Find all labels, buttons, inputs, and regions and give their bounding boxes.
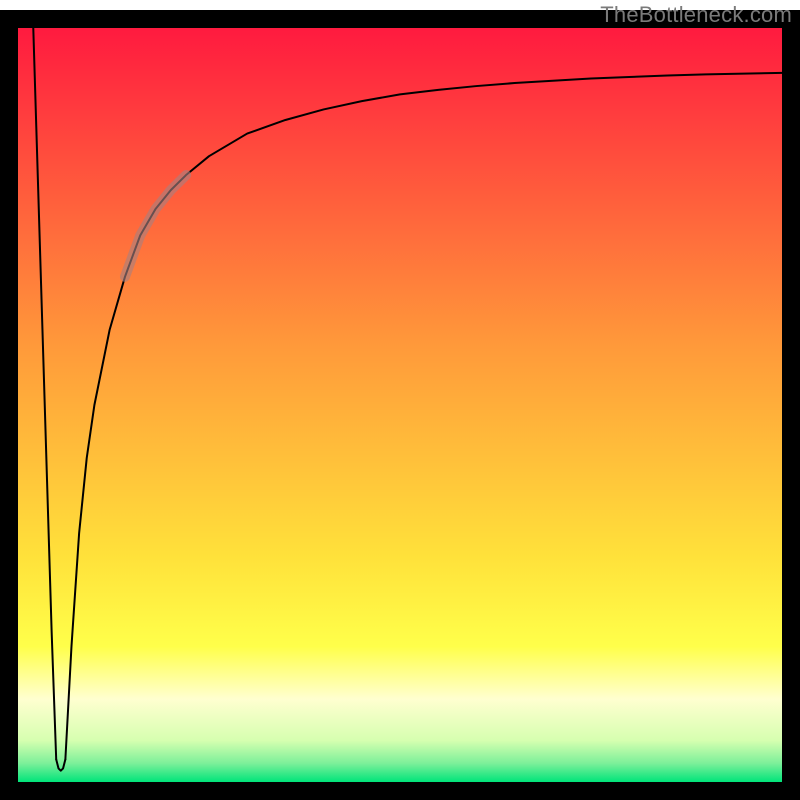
bottleneck-chart: TheBottleneck.com	[0, 0, 800, 800]
chart-canvas	[0, 0, 800, 800]
plot-background	[18, 28, 782, 782]
